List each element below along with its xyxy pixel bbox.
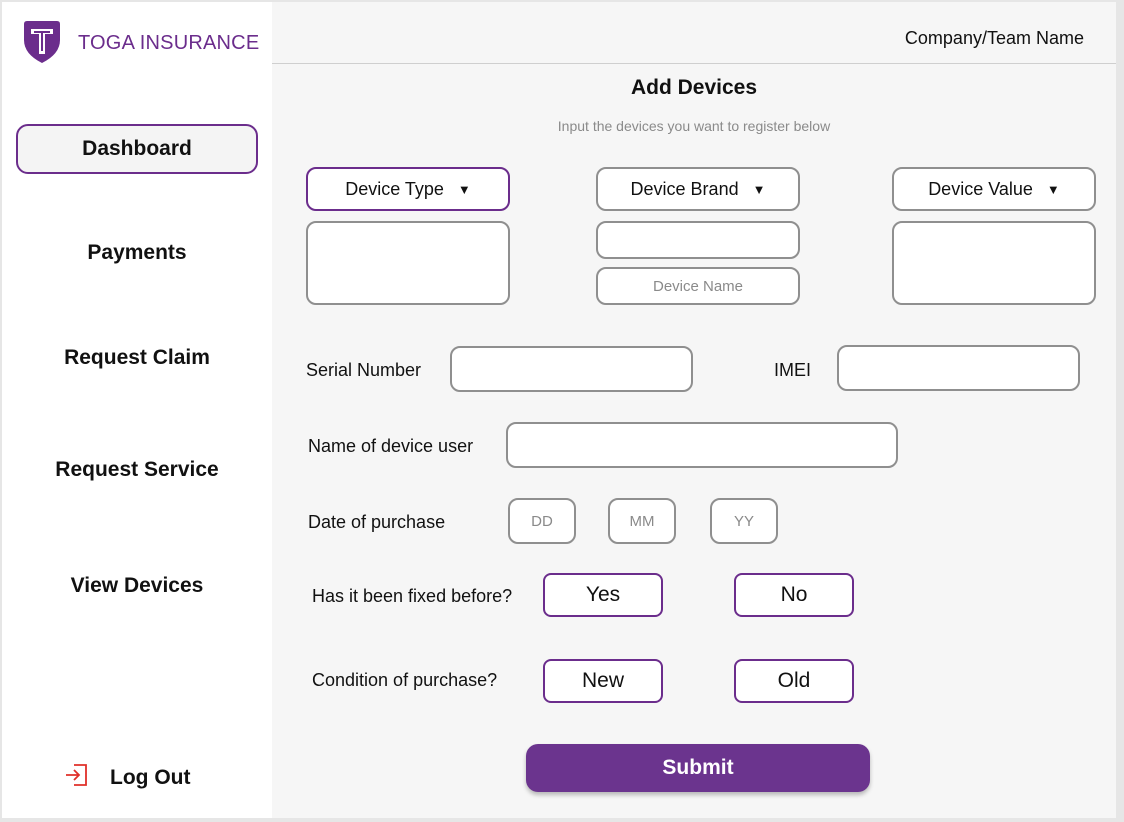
toga-logo-icon xyxy=(22,20,62,64)
date-of-purchase-label: Date of purchase xyxy=(308,512,446,532)
sidebar-item-view-devices[interactable]: View Devices xyxy=(16,561,258,611)
device-user-label: Name of device user xyxy=(308,436,474,456)
device-value-dropdown[interactable]: Device Value ▼ xyxy=(892,167,1096,211)
caret-down-icon: ▼ xyxy=(1046,181,1060,197)
date-month-field[interactable]: MM xyxy=(608,498,676,544)
device-brand-dropdown[interactable]: Device Brand ▼ xyxy=(596,167,800,211)
condition-old-label: Old xyxy=(777,669,811,692)
device-value-input[interactable] xyxy=(892,221,1096,305)
sidebar-item-label: Request Claim xyxy=(64,346,210,369)
date-day-placeholder: DD xyxy=(531,512,553,530)
sidebar-item-label: Dashboard xyxy=(82,137,192,160)
caret-down-icon: ▼ xyxy=(457,181,471,197)
fixed-no-label: No xyxy=(780,583,808,606)
date-month-placeholder: MM xyxy=(629,512,655,530)
date-day-field[interactable]: DD xyxy=(508,498,576,544)
fixed-no-button[interactable]: No xyxy=(734,573,854,617)
condition-old-button[interactable]: Old xyxy=(734,659,854,703)
device-type-input[interactable] xyxy=(306,221,510,305)
sidebar-item-payments[interactable]: Payments xyxy=(16,228,258,278)
app-window: TOGA INSURANCE Dashboard Payments Reques… xyxy=(2,2,1116,818)
device-name-field[interactable]: Device Name xyxy=(596,267,800,305)
serial-number-label: Serial Number xyxy=(306,360,422,380)
device-brand-label: Device Brand xyxy=(630,178,739,199)
caret-down-icon: ▼ xyxy=(752,181,766,197)
date-year-field[interactable]: YY xyxy=(710,498,778,544)
brand-name: TOGA INSURANCE xyxy=(78,32,260,54)
page-title: Add Devices xyxy=(630,76,758,99)
submit-button[interactable]: Submit xyxy=(526,744,870,792)
sidebar-item-label: Request Service xyxy=(55,458,219,481)
date-year-placeholder: YY xyxy=(733,512,754,530)
device-type-label: Device Type xyxy=(345,178,444,199)
logout-button[interactable]: Log Out xyxy=(64,762,190,793)
condition-new-label: New xyxy=(581,669,624,692)
serial-number-field[interactable] xyxy=(450,346,693,392)
device-type-dropdown[interactable]: Device Type ▼ xyxy=(306,167,510,211)
sidebar-item-request-claim[interactable]: Request Claim xyxy=(16,333,258,383)
condition-label: Condition of purchase? xyxy=(312,670,498,690)
sidebar-item-label: View Devices xyxy=(70,574,204,597)
device-brand-input[interactable] xyxy=(596,221,800,259)
logout-label: Log Out xyxy=(110,765,191,789)
submit-label: Submit xyxy=(662,756,734,779)
imei-label: IMEI xyxy=(774,360,812,380)
fixed-yes-button[interactable]: Yes xyxy=(543,573,663,617)
main-panel: Company/Team Name Add Devices Input the … xyxy=(272,2,1116,818)
fixed-before-label: Has it been fixed before? xyxy=(312,586,513,606)
team-name: Company/Team Name xyxy=(904,28,1084,48)
sidebar-item-label: Payments xyxy=(87,241,187,264)
logout-icon xyxy=(64,762,90,793)
header-divider xyxy=(272,63,1116,64)
sidebar-item-dashboard[interactable]: Dashboard xyxy=(16,124,258,174)
sidebar-item-request-service[interactable]: Request Service xyxy=(16,445,258,495)
device-user-field[interactable] xyxy=(506,422,898,468)
device-name-placeholder: Device Name xyxy=(652,277,744,295)
fixed-yes-label: Yes xyxy=(585,583,621,606)
imei-field[interactable] xyxy=(837,345,1080,391)
device-value-label: Device Value xyxy=(928,178,1033,199)
condition-new-button[interactable]: New xyxy=(543,659,663,703)
page-subtitle: Input the devices you want to register b… xyxy=(557,118,831,134)
